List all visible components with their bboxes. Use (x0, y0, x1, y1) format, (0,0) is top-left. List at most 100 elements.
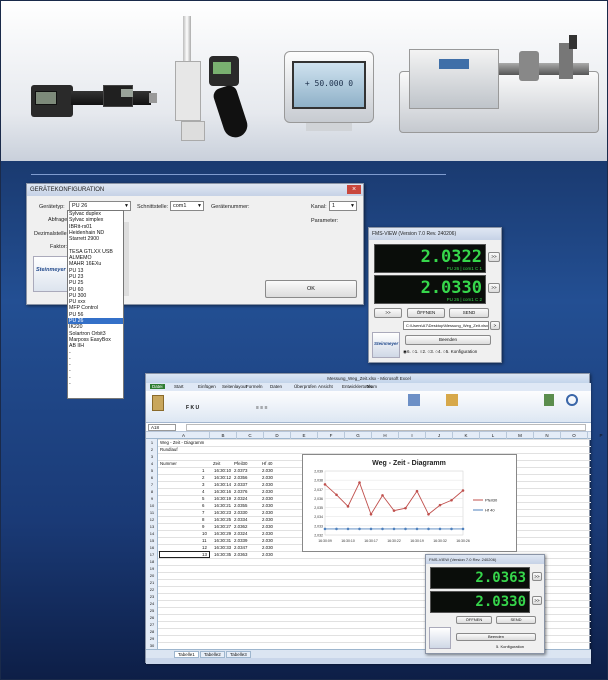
cell[interactable]: 7 (202, 509, 204, 516)
cell[interactable]: 2.0347 (234, 544, 247, 551)
cell[interactable]: 2.0356 (234, 474, 247, 481)
ribbon-tab-daten[interactable]: Daten (270, 384, 282, 389)
row-header[interactable]: 2 (146, 446, 158, 453)
row-header[interactable]: 17 (146, 551, 158, 558)
cell[interactable]: 8 (202, 516, 204, 523)
cell[interactable]: 2.030 (262, 474, 273, 481)
row-header[interactable]: 24 (146, 600, 158, 607)
chart-container[interactable]: Weg - Zeit - Diagramm 2,039 2,038 2,037 2,03… (302, 454, 517, 552)
cell[interactable]: 2.030 (262, 481, 273, 488)
cell[interactable]: 2.030 (262, 502, 273, 509)
row-header[interactable]: 13 (146, 523, 158, 530)
row-header[interactable]: 26 (146, 614, 158, 621)
sheet-tab-3[interactable]: Tabelle3 (226, 651, 251, 658)
cell[interactable]: 1 (202, 467, 204, 474)
config-radio-group[interactable]: ◉6. ○1. ○2. ○3. ○4. ○5. Konfiguration (403, 349, 501, 355)
sheet-tab-2[interactable]: Tabelle2 (200, 651, 225, 658)
row-header[interactable]: 11 (146, 509, 158, 516)
cell[interactable]: 2.030 (262, 467, 273, 474)
cell[interactable]: 16:30:10 (214, 467, 231, 474)
row-header[interactable]: 29 (146, 635, 158, 642)
row-header[interactable]: 3 (146, 453, 158, 460)
column-header[interactable]: K (453, 432, 480, 439)
column-header[interactable]: G (345, 432, 372, 439)
cell[interactable]: Pfeil30 (234, 460, 247, 467)
row-header[interactable]: 6 (146, 474, 158, 481)
config-label-small[interactable]: 5. Konfiguration (496, 644, 524, 649)
cell[interactable]: 4 (202, 488, 204, 495)
row-header[interactable]: 15 (146, 537, 158, 544)
row-header[interactable]: 23 (146, 593, 158, 600)
cell[interactable]: 2.0337 (234, 481, 247, 488)
row-header[interactable]: 4 (146, 460, 158, 467)
column-header[interactable]: E (291, 432, 318, 439)
row-header[interactable]: 9 (146, 495, 158, 502)
cell[interactable]: 2.030 (262, 523, 273, 530)
cell[interactable]: 2.0334 (234, 516, 247, 523)
schnittstelle-combo[interactable]: com1 ▼ (170, 201, 204, 211)
ribbon-tab-team[interactable]: Team (366, 384, 377, 389)
ribbon-tab-formeln[interactable]: Formeln (246, 384, 263, 389)
paste-icon[interactable] (152, 395, 164, 411)
open-button[interactable]: ÖFFNEN (407, 308, 445, 318)
chevron-down-icon[interactable]: ▼ (124, 202, 129, 210)
radio-4[interactable]: ○4. (435, 349, 443, 354)
cell[interactable]: 2.030 (262, 495, 273, 502)
radio-6[interactable]: ◉6. (403, 349, 412, 354)
chevron-down-icon[interactable]: ▼ (197, 202, 202, 210)
column-header[interactable]: A (158, 432, 210, 439)
cell[interactable]: 2.0363 (234, 551, 247, 558)
name-box[interactable]: A18 (148, 424, 176, 431)
column-header[interactable]: O (561, 432, 588, 439)
cell[interactable]: 2.0362 (234, 523, 247, 530)
column-header[interactable]: C (237, 432, 264, 439)
cell[interactable]: 16:30:35 (214, 551, 231, 558)
cell[interactable]: 2.0373 (234, 467, 247, 474)
open-button-small[interactable]: ÖFFNEN (456, 616, 492, 624)
cell[interactable]: 2.030 (262, 516, 273, 523)
cell[interactable]: 3 (202, 481, 204, 488)
sheet-tab-1[interactable]: Tabelle1 (174, 651, 199, 658)
row-header[interactable]: 10 (146, 502, 158, 509)
cell[interactable]: Hf 40 (262, 460, 273, 467)
chevron-down-icon[interactable]: ▼ (350, 202, 355, 210)
row-header[interactable]: 7 (146, 481, 158, 488)
cell[interactable]: 16:30:19 (214, 495, 231, 502)
row-header[interactable]: 25 (146, 607, 158, 614)
kanal-combo[interactable]: 1 ▼ (329, 201, 357, 211)
row-header[interactable]: 1 (146, 439, 158, 446)
cell[interactable]: 5 (202, 495, 204, 502)
send-button[interactable]: SEND (449, 308, 489, 318)
bold-icon[interactable]: F K U (186, 405, 199, 411)
row-header[interactable]: 16 (146, 544, 158, 551)
path-expand-button[interactable]: > (490, 321, 500, 330)
radio-5[interactable]: ○5. Konfiguration (443, 349, 477, 354)
column-header[interactable]: N (534, 432, 561, 439)
format-table-icon[interactable] (408, 394, 420, 406)
cell[interactable]: 16:30:31 (214, 537, 231, 544)
cell-styles-icon[interactable] (446, 394, 458, 406)
cell[interactable]: 2.0324 (234, 530, 247, 537)
row-header[interactable]: 18 (146, 558, 158, 565)
cell[interactable]: 2.030 (262, 509, 273, 516)
cell[interactable]: 16:30:12 (214, 474, 231, 481)
row-header[interactable]: 28 (146, 628, 158, 635)
column-header[interactable]: D (264, 432, 291, 439)
cell[interactable]: 16:30:29 (214, 530, 231, 537)
column-header[interactable]: F (318, 432, 345, 439)
row-header[interactable]: 14 (146, 530, 158, 537)
row-header[interactable]: 21 (146, 579, 158, 586)
formula-input[interactable] (186, 424, 586, 431)
cell[interactable]: Zeit (213, 460, 220, 467)
row-header[interactable]: 20 (146, 572, 158, 579)
cell[interactable]: 2.0339 (234, 537, 247, 544)
ribbon-tab-seitenlayout[interactable]: Seitenlayout (222, 384, 247, 389)
row-header[interactable]: 22 (146, 586, 158, 593)
selected-cell[interactable] (159, 551, 210, 558)
ribbon-tab-ansicht[interactable]: Ansicht (318, 384, 333, 389)
expand-button-2[interactable]: >> (488, 283, 500, 293)
dropdown-option[interactable]: - (68, 381, 123, 387)
column-header[interactable]: L (480, 432, 507, 439)
cell[interactable]: 6 (202, 502, 204, 509)
find-select-icon[interactable] (566, 394, 578, 406)
